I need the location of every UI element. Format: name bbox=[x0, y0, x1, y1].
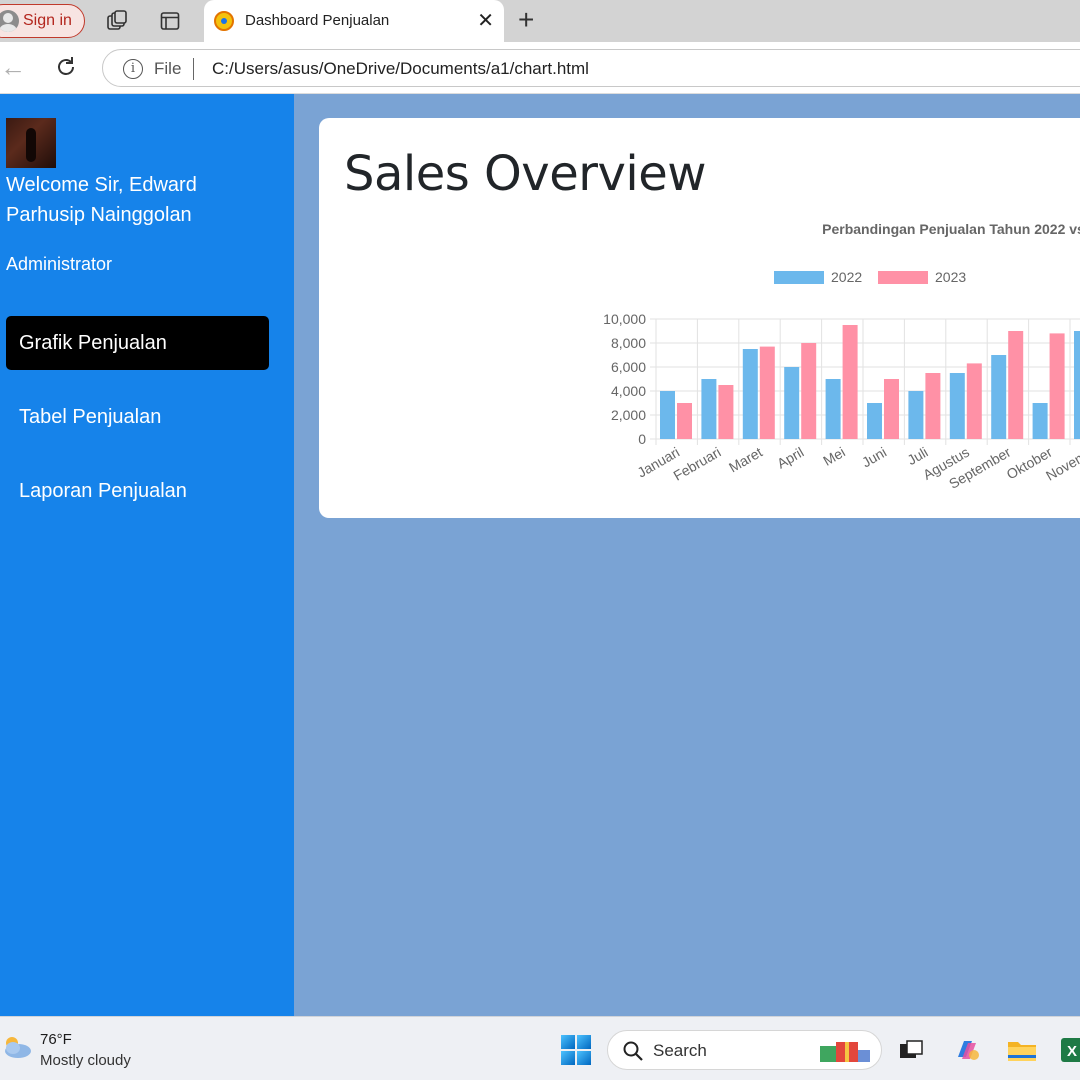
y-tick-label: 10,000 bbox=[603, 311, 646, 327]
bar-2023-juni[interactable] bbox=[884, 379, 899, 439]
tab-dashboard-penjualan[interactable]: Dashboard Penjualan ✕ bbox=[204, 0, 504, 42]
sidebar: Welcome Sir, Edward Parhusip Nainggolan … bbox=[0, 94, 294, 1016]
bar-2022-agustus[interactable] bbox=[949, 373, 965, 439]
bar-2022-november[interactable] bbox=[1074, 331, 1080, 439]
sidebar-item-laporan-penjualan[interactable]: Laporan Penjualan bbox=[6, 464, 269, 518]
search-label: Search bbox=[653, 1041, 707, 1060]
close-tab-icon[interactable]: ✕ bbox=[477, 8, 494, 33]
y-tick-label: 8,000 bbox=[611, 335, 646, 351]
bar-2023-agustus[interactable] bbox=[966, 363, 982, 439]
y-tick-label: 4,000 bbox=[611, 383, 646, 399]
excel-icon[interactable]: X bbox=[1057, 1033, 1080, 1067]
new-tab-icon[interactable]: + bbox=[518, 6, 534, 34]
tab-title: Dashboard Penjualan bbox=[245, 12, 390, 29]
bar-2022-mei[interactable] bbox=[825, 379, 841, 439]
bar-2023-mei[interactable] bbox=[842, 325, 858, 439]
y-tick-label: 0 bbox=[638, 431, 646, 447]
page-content: Welcome Sir, Edward Parhusip Nainggolan … bbox=[0, 94, 1080, 1016]
chart-bars bbox=[660, 325, 1080, 439]
sales-chart: Perbandingan Penjualan Tahun 2022 vs 202… bbox=[579, 214, 1080, 514]
y-axis: 0 2,000 4,000 6,000 8,000 10,000 bbox=[603, 311, 646, 447]
browser-tab-strip: Sign in Dashboard Penjualan ✕ + bbox=[0, 0, 1080, 42]
sales-bar-chart: Perbandingan Penjualan Tahun 2022 vs 202… bbox=[603, 221, 1080, 492]
address-toolbar: ← i File C:/Users/asus/OneDrive/Document… bbox=[0, 42, 1080, 94]
bar-2022-januari[interactable] bbox=[660, 391, 675, 439]
gift-highlight-icon bbox=[818, 1038, 874, 1064]
sidebar-item-tabel-penjualan[interactable]: Tabel Penjualan bbox=[6, 390, 269, 444]
weather-condition[interactable]: Mostly cloudy bbox=[40, 1052, 131, 1069]
x-tick-label: Mei bbox=[820, 444, 848, 469]
bar-2022-maret[interactable] bbox=[742, 349, 758, 439]
profile-icon bbox=[0, 10, 19, 32]
sales-card: Sales Overview Perbandingan Penjualan Ta… bbox=[319, 118, 1080, 518]
legend-swatch-2022[interactable] bbox=[774, 271, 824, 284]
chart-legend: 2022 2023 bbox=[774, 269, 966, 285]
bar-2023-februari[interactable] bbox=[718, 385, 734, 439]
page-title: Sales Overview bbox=[344, 146, 707, 202]
site-favicon-icon bbox=[214, 11, 234, 31]
x-tick-label: Februari bbox=[670, 444, 723, 484]
bar-2022-februari[interactable] bbox=[701, 379, 717, 439]
scheme-label: File bbox=[154, 59, 182, 78]
copilot-icon[interactable] bbox=[950, 1033, 984, 1067]
bar-2022-juli[interactable] bbox=[908, 391, 924, 439]
bar-2022-oktober[interactable] bbox=[1032, 403, 1048, 439]
sign-in-button[interactable]: Sign in bbox=[0, 4, 85, 38]
windows-start-icon[interactable] bbox=[561, 1035, 591, 1065]
sidebar-item-grafik-penjualan[interactable]: Grafik Penjualan bbox=[6, 316, 269, 370]
bar-2023-april[interactable] bbox=[801, 343, 817, 439]
search-icon bbox=[622, 1040, 644, 1062]
welcome-line-1: Welcome Sir, Edward bbox=[6, 174, 197, 196]
back-arrow-icon[interactable]: ← bbox=[0, 52, 26, 83]
x-tick-label: April bbox=[774, 444, 806, 472]
file-explorer-icon[interactable] bbox=[1005, 1033, 1039, 1067]
svg-text:X: X bbox=[1067, 1043, 1077, 1060]
chart-title: Perbandingan Penjualan Tahun 2022 vs 202… bbox=[822, 221, 1080, 237]
bar-2023-juli[interactable] bbox=[925, 373, 941, 439]
vertical-tabs-icon[interactable] bbox=[158, 9, 182, 33]
bar-2023-september[interactable] bbox=[1008, 331, 1024, 439]
y-tick-label: 6,000 bbox=[611, 359, 646, 375]
taskbar-search[interactable]: Search bbox=[607, 1030, 882, 1070]
reload-icon[interactable] bbox=[52, 53, 80, 81]
address-bar[interactable]: i File C:/Users/asus/OneDrive/Documents/… bbox=[102, 49, 1080, 87]
weather-cloud-icon[interactable] bbox=[0, 1033, 34, 1061]
workspaces-icon[interactable] bbox=[105, 9, 129, 33]
info-icon[interactable]: i bbox=[123, 59, 143, 79]
x-tick-label: Maret bbox=[726, 444, 765, 476]
bar-2022-september[interactable] bbox=[991, 355, 1007, 439]
address-url[interactable]: C:/Users/asus/OneDrive/Documents/a1/char… bbox=[212, 59, 589, 79]
bar-2023-maret[interactable] bbox=[759, 346, 775, 439]
bar-2023-januari[interactable] bbox=[677, 403, 692, 439]
weather-temperature[interactable]: 76°F bbox=[40, 1031, 72, 1048]
legend-swatch-2023[interactable] bbox=[878, 271, 928, 284]
bar-2022-juni[interactable] bbox=[867, 403, 882, 439]
bar-2023-oktober[interactable] bbox=[1049, 333, 1065, 439]
legend-label-2022[interactable]: 2022 bbox=[831, 269, 862, 285]
task-view-icon[interactable] bbox=[894, 1033, 928, 1067]
user-role: Administrator bbox=[6, 254, 113, 274]
y-tick-label: 2,000 bbox=[611, 407, 646, 423]
address-separator bbox=[193, 58, 194, 80]
welcome-text: Welcome Sir, Edward Parhusip Nainggolan bbox=[6, 170, 276, 230]
x-tick-label: Juni bbox=[859, 444, 889, 471]
sign-in-label: Sign in bbox=[23, 12, 72, 29]
welcome-line-2: Parhusip Nainggolan bbox=[6, 204, 192, 226]
x-axis: JanuariFebruari Maret April Mei Juni JuliAgus… bbox=[634, 444, 1080, 492]
windows-taskbar: 76°F Mostly cloudy Search X bbox=[0, 1016, 1080, 1080]
avatar bbox=[6, 118, 56, 168]
legend-label-2023[interactable]: 2023 bbox=[935, 269, 966, 285]
bar-2022-april[interactable] bbox=[784, 367, 800, 439]
